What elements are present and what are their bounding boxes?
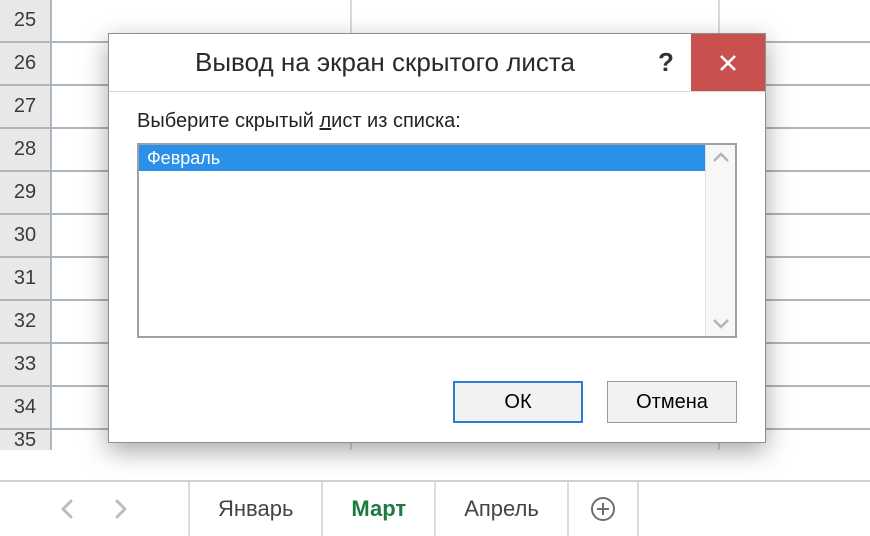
new-sheet-button[interactable] [569,482,639,536]
sheet-tab-strip: ЯнварьМартАпрель [0,480,870,536]
prompt-prefix: Выберите скрытый [137,110,320,132]
sheet-nav [0,482,190,536]
dialog-body: Выберите скрытый лист из списка: Февраль [109,92,765,362]
row-header[interactable]: 28 [0,129,52,170]
unhide-sheet-dialog: Вывод на экран скрытого листа ? Выберите… [108,33,766,443]
sheet-tab[interactable]: Апрель [436,482,569,536]
sheet-tabs: ЯнварьМартАпрель [190,482,569,536]
close-button[interactable] [691,34,765,91]
row-header[interactable]: 32 [0,301,52,342]
row-header[interactable]: 31 [0,258,52,299]
hidden-sheets-listbox[interactable]: Февраль [137,143,737,338]
prompt-suffix: ист из списка: [331,110,461,132]
row-header[interactable]: 30 [0,215,52,256]
sheet-tab[interactable]: Март [323,480,436,536]
titlebar-buttons: ? [641,34,765,91]
dialog-footer: ОК Отмена [109,362,765,442]
help-button[interactable]: ? [641,34,691,91]
row-header[interactable]: 35 [0,430,52,450]
cancel-button[interactable]: Отмена [607,381,737,423]
listbox-scrollbar[interactable] [705,145,735,336]
sheet-tab[interactable]: Январь [190,482,323,536]
row-header[interactable]: 26 [0,43,52,84]
sheet-nav-next[interactable] [113,499,129,519]
scroll-up-icon [712,151,730,163]
ok-button[interactable]: ОК [453,381,583,423]
list-item[interactable]: Февраль [139,145,735,171]
row-header[interactable]: 27 [0,86,52,127]
prompt-label: Выберите скрытый лист из списка: [137,110,737,133]
sheet-nav-prev[interactable] [59,499,75,519]
row-header[interactable]: 34 [0,387,52,428]
prompt-mnemonic: л [320,110,332,132]
row-header[interactable]: 25 [0,0,52,41]
row-header[interactable]: 33 [0,344,52,385]
dialog-title: Вывод на экран скрытого листа [109,34,641,91]
dialog-titlebar: Вывод на экран скрытого листа ? [109,34,765,92]
scroll-down-icon [712,318,730,330]
close-icon [718,53,738,73]
row-header[interactable]: 29 [0,172,52,213]
